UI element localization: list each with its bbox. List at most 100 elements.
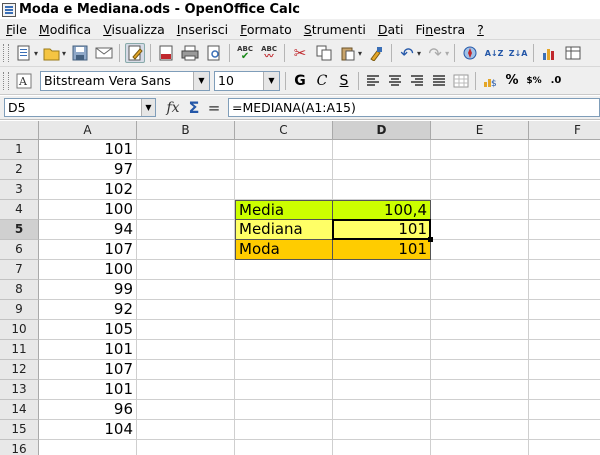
- row-header-13[interactable]: 13: [0, 380, 39, 400]
- row-header-6[interactable]: 6: [0, 240, 39, 260]
- column-header-d[interactable]: D: [333, 121, 431, 140]
- sum-icon[interactable]: Σ: [184, 98, 204, 117]
- cell-c1[interactable]: [235, 140, 333, 160]
- cell-d16[interactable]: [333, 440, 431, 455]
- cell-c6[interactable]: Moda: [235, 240, 333, 260]
- cell-c14[interactable]: [235, 400, 333, 420]
- cell-e2[interactable]: [431, 160, 529, 180]
- cell-d13[interactable]: [333, 380, 431, 400]
- cell-a1[interactable]: 101: [39, 140, 137, 160]
- row-header-11[interactable]: 11: [0, 340, 39, 360]
- row-header-10[interactable]: 10: [0, 320, 39, 340]
- cell-d12[interactable]: [333, 360, 431, 380]
- cell-c3[interactable]: [235, 180, 333, 200]
- cell-d2[interactable]: [333, 160, 431, 180]
- new-dropdown-icon[interactable]: ▾: [34, 49, 38, 58]
- menu-strumenti[interactable]: Strumenti: [298, 22, 372, 37]
- cell-a3[interactable]: 102: [39, 180, 137, 200]
- cell-c2[interactable]: [235, 160, 333, 180]
- cell-b10[interactable]: [137, 320, 235, 340]
- page-preview-icon[interactable]: [204, 43, 224, 63]
- cell-c5[interactable]: Mediana: [235, 220, 333, 240]
- row-header-1[interactable]: 1: [0, 140, 39, 160]
- pivot-icon[interactable]: [563, 43, 583, 63]
- cell-f1[interactable]: [529, 140, 600, 160]
- font-name-select[interactable]: Bitstream Vera Sans ▼: [40, 70, 210, 91]
- cell-d14[interactable]: [333, 400, 431, 420]
- cell-e5[interactable]: [431, 220, 529, 240]
- cell-c12[interactable]: [235, 360, 333, 380]
- column-header-c[interactable]: C: [235, 121, 333, 140]
- cell-f5[interactable]: [529, 220, 600, 240]
- row-header-16[interactable]: 16: [0, 440, 39, 455]
- cell-a7[interactable]: 100: [39, 260, 137, 280]
- row-header-12[interactable]: 12: [0, 360, 39, 380]
- align-center-icon[interactable]: [385, 71, 405, 91]
- redo-dropdown-icon[interactable]: ▾: [445, 49, 449, 58]
- cell-f9[interactable]: [529, 300, 600, 320]
- cell-b7[interactable]: [137, 260, 235, 280]
- font-size-select[interactable]: 10 ▼: [214, 70, 280, 91]
- menu-dati[interactable]: Dati: [372, 22, 410, 37]
- chart-icon[interactable]: [539, 43, 559, 63]
- cell-d1[interactable]: [333, 140, 431, 160]
- paste-icon[interactable]: [338, 43, 358, 63]
- function-equals-icon[interactable]: =: [204, 99, 224, 117]
- cell-b5[interactable]: [137, 220, 235, 240]
- cell-b2[interactable]: [137, 160, 235, 180]
- cell-d7[interactable]: [333, 260, 431, 280]
- row-header-15[interactable]: 15: [0, 420, 39, 440]
- toolbar-grip[interactable]: [3, 71, 9, 90]
- cell-a14[interactable]: 96: [39, 400, 137, 420]
- open-folder-icon[interactable]: [42, 43, 62, 63]
- column-header-f[interactable]: F: [529, 121, 600, 140]
- cell-c11[interactable]: [235, 340, 333, 360]
- cell-f16[interactable]: [529, 440, 600, 455]
- cell-f10[interactable]: [529, 320, 600, 340]
- cell-a4[interactable]: 100: [39, 200, 137, 220]
- number-format-button[interactable]: $%: [524, 71, 544, 91]
- toolbar-grip[interactable]: [3, 44, 9, 62]
- undo-icon[interactable]: ↶: [397, 43, 417, 63]
- bold-button[interactable]: G: [290, 71, 310, 91]
- cell-c7[interactable]: [235, 260, 333, 280]
- name-box[interactable]: D5 ▼: [4, 98, 156, 117]
- cell-f3[interactable]: [529, 180, 600, 200]
- cell-a15[interactable]: 104: [39, 420, 137, 440]
- name-box-dropdown-icon[interactable]: ▼: [141, 99, 155, 116]
- cell-a8[interactable]: 99: [39, 280, 137, 300]
- cell-c9[interactable]: [235, 300, 333, 320]
- cell-f13[interactable]: [529, 380, 600, 400]
- cell-b8[interactable]: [137, 280, 235, 300]
- row-header-14[interactable]: 14: [0, 400, 39, 420]
- undo-dropdown-icon[interactable]: ▾: [417, 49, 421, 58]
- cell-b9[interactable]: [137, 300, 235, 320]
- row-header-8[interactable]: 8: [0, 280, 39, 300]
- cell-e6[interactable]: [431, 240, 529, 260]
- menu-inserisci[interactable]: Inserisci: [171, 22, 234, 37]
- cell-a12[interactable]: 107: [39, 360, 137, 380]
- cut-icon[interactable]: ✂: [290, 43, 310, 63]
- email-icon[interactable]: [94, 43, 114, 63]
- cell-b3[interactable]: [137, 180, 235, 200]
- cell-b13[interactable]: [137, 380, 235, 400]
- cell-c10[interactable]: [235, 320, 333, 340]
- add-decimal-button[interactable]: .0: [546, 71, 566, 91]
- menu-formato[interactable]: Formato: [234, 22, 298, 37]
- menu-help[interactable]: ?: [471, 22, 490, 37]
- italic-button[interactable]: C: [312, 71, 332, 91]
- column-header-b[interactable]: B: [137, 121, 235, 140]
- cell-c16[interactable]: [235, 440, 333, 455]
- sort-ascending-icon[interactable]: A↓Z: [484, 43, 504, 63]
- open-dropdown-icon[interactable]: ▾: [62, 49, 66, 58]
- navigator-icon[interactable]: [460, 43, 480, 63]
- redo-icon[interactable]: ↷: [425, 43, 445, 63]
- cell-d4[interactable]: 100,4: [333, 200, 431, 220]
- menu-visualizza[interactable]: Visualizza: [97, 22, 171, 37]
- paste-dropdown-icon[interactable]: ▾: [358, 49, 362, 58]
- export-pdf-icon[interactable]: [156, 43, 176, 63]
- row-header-7[interactable]: 7: [0, 260, 39, 280]
- column-header-e[interactable]: E: [431, 121, 529, 140]
- cell-e14[interactable]: [431, 400, 529, 420]
- cell-a2[interactable]: 97: [39, 160, 137, 180]
